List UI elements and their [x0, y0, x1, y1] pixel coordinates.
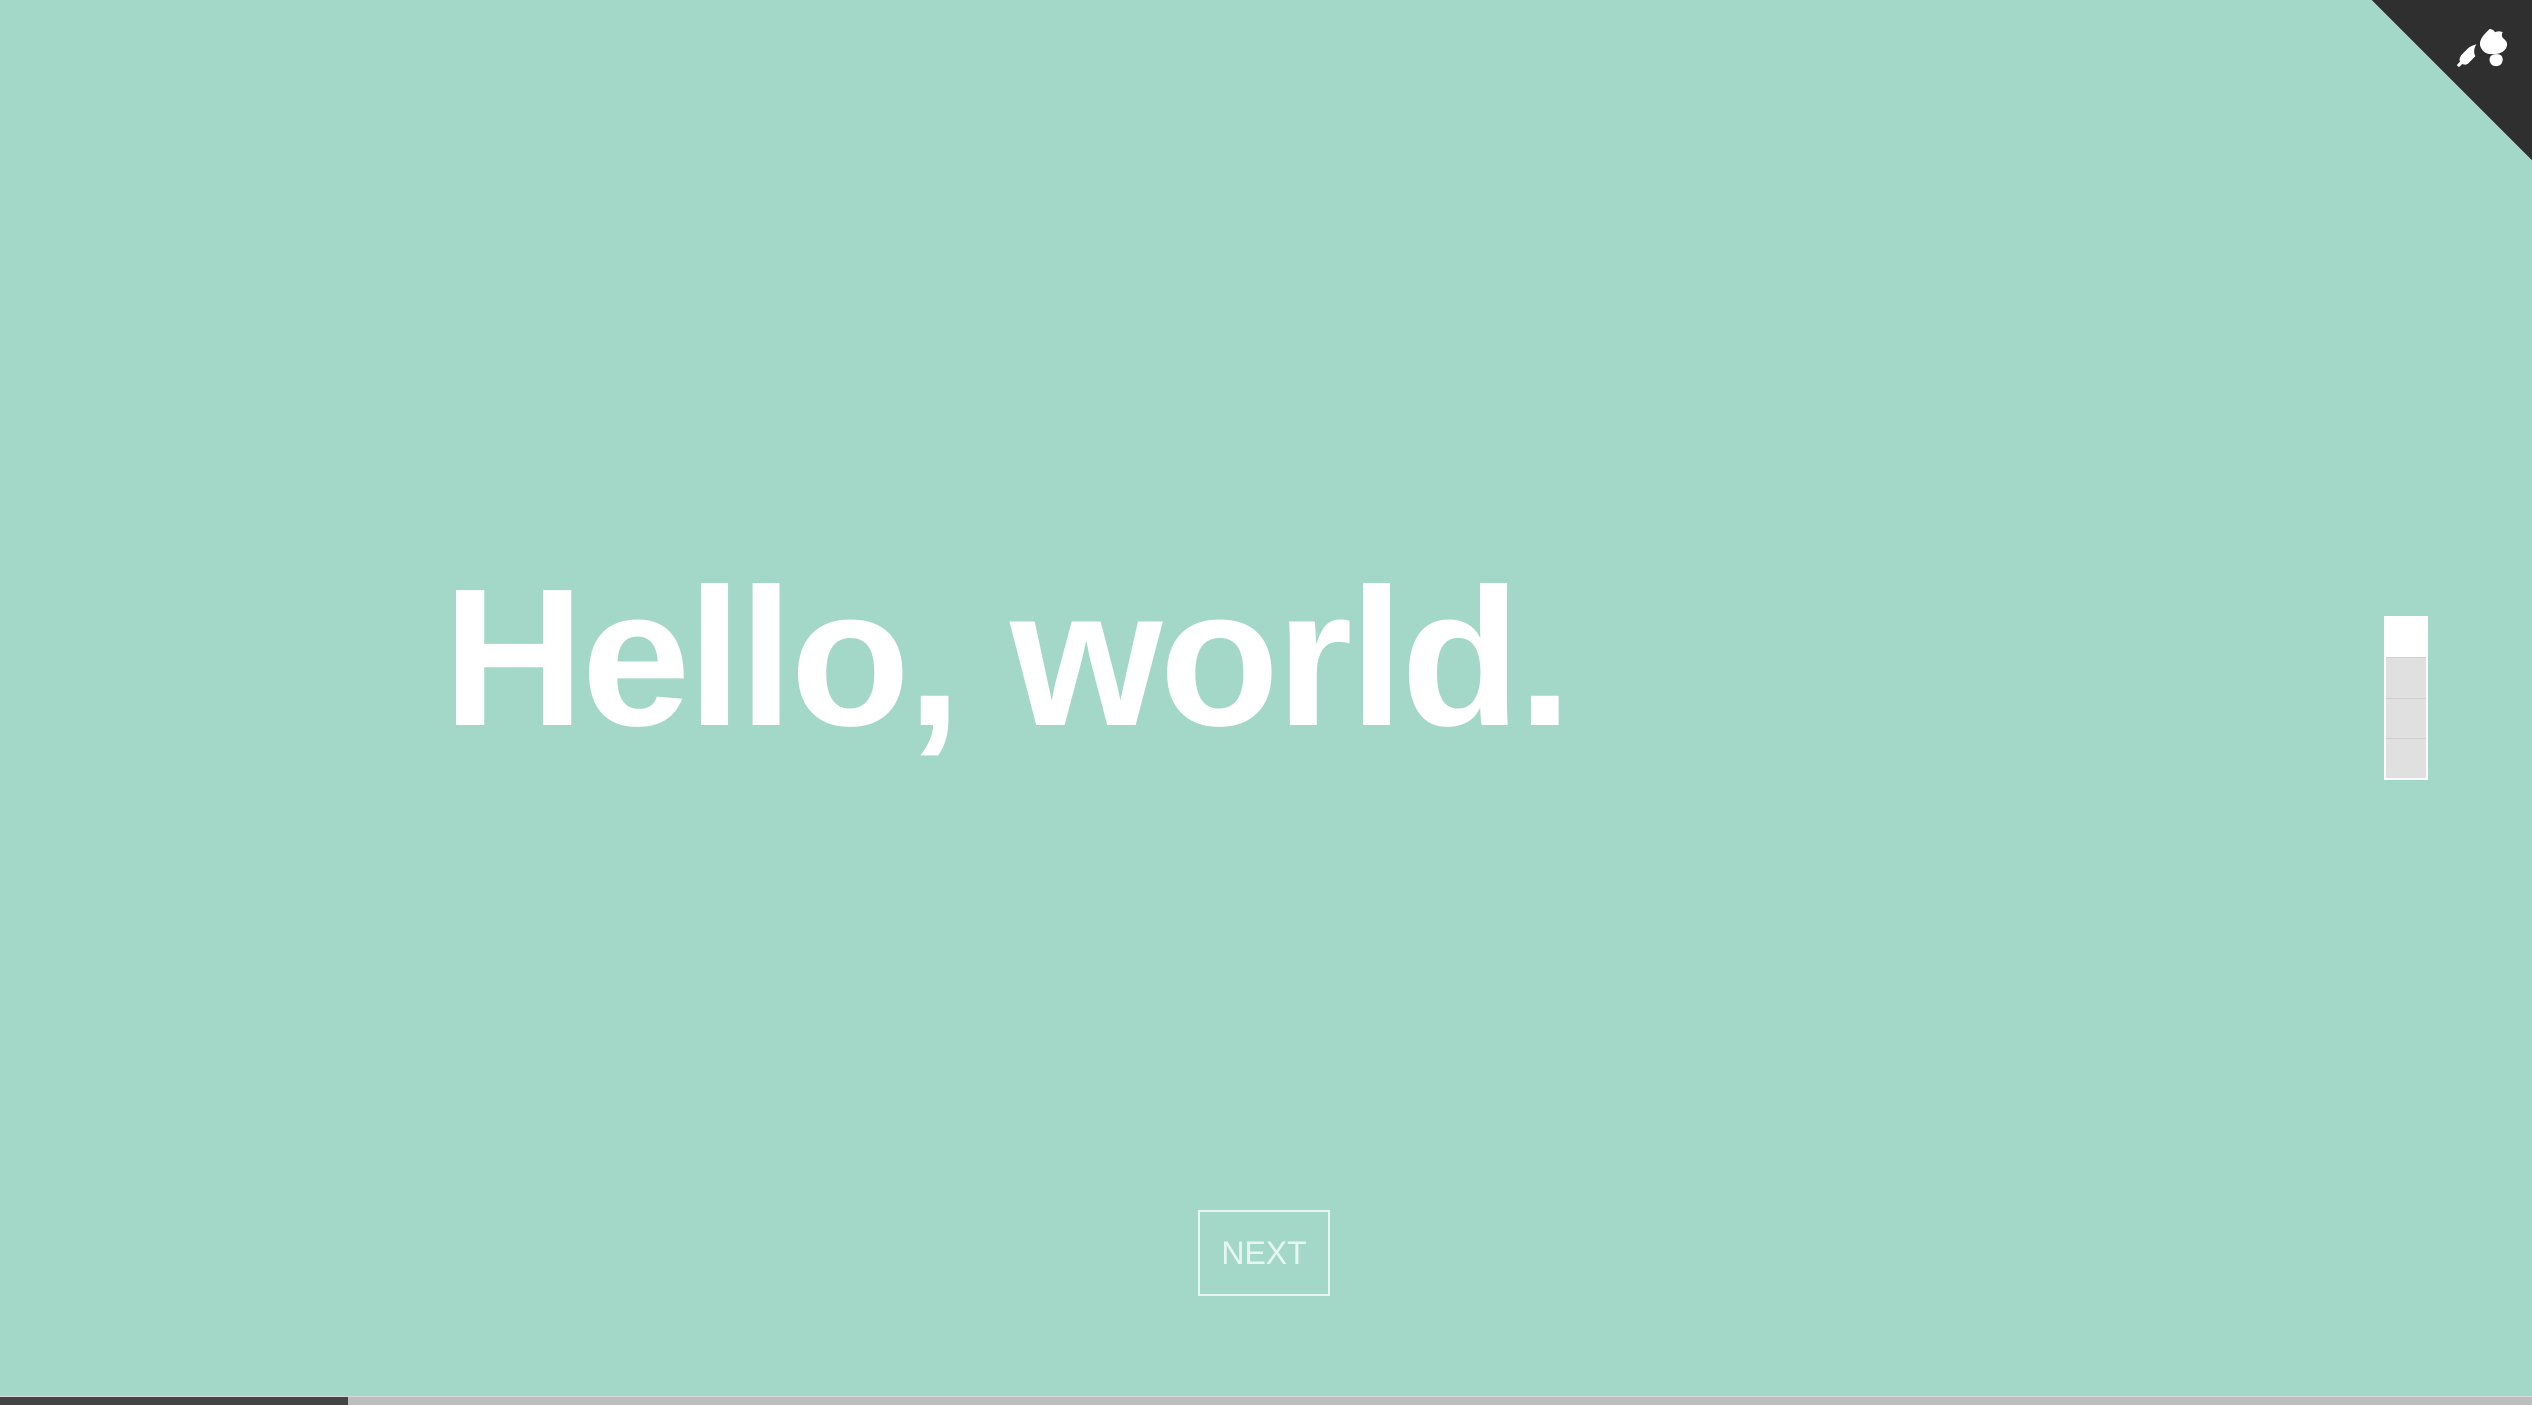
octocat-icon	[2456, 28, 2508, 68]
next-button[interactable]: NEXT	[1198, 1210, 1330, 1296]
page-indicator-segment-3[interactable]	[2386, 698, 2426, 739]
page-indicator[interactable]	[2384, 616, 2428, 780]
slide-stage: Hello, world. NEXT	[0, 0, 2532, 1405]
hero-heading: Hello, world.	[0, 560, 2532, 756]
page-indicator-segment-2[interactable]	[2386, 658, 2426, 699]
corner-link[interactable]	[2372, 0, 2532, 160]
page-indicator-segment-4[interactable]	[2386, 738, 2426, 778]
hero-text: Hello, world.	[442, 548, 1572, 767]
page-indicator-segment-1[interactable]	[2386, 618, 2426, 659]
